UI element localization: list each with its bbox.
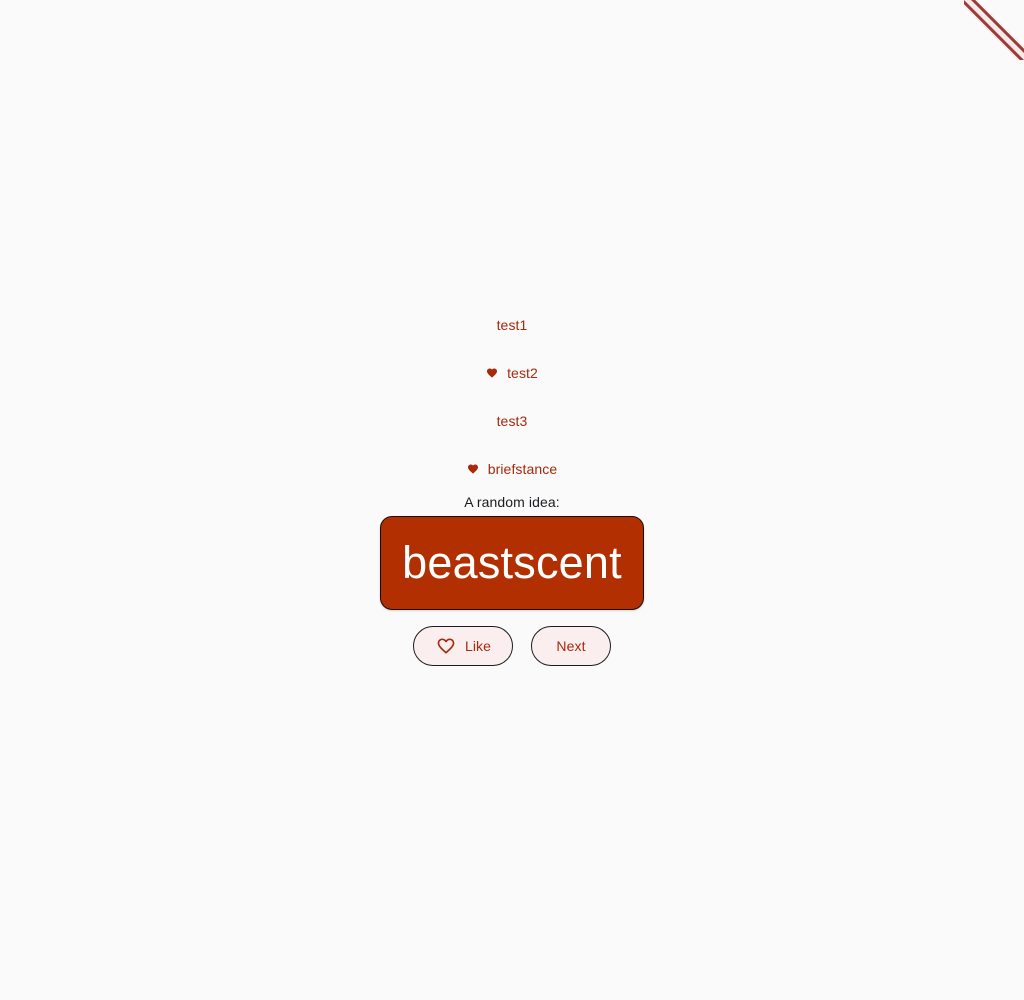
history-item-label: test2 bbox=[507, 365, 538, 381]
debug-banner bbox=[964, 0, 1024, 60]
history-item[interactable]: test2 bbox=[0, 349, 1024, 397]
like-button[interactable]: Like bbox=[413, 626, 513, 666]
history-item-label: test3 bbox=[496, 413, 528, 429]
next-button[interactable]: Next bbox=[531, 626, 611, 666]
word-pair-text: beastscent bbox=[402, 537, 622, 588]
heart-outline-icon bbox=[435, 636, 457, 656]
word-pair-card: beastscent bbox=[380, 516, 644, 610]
heart-filled-icon bbox=[467, 463, 479, 475]
action-row: Like Next bbox=[0, 626, 1024, 666]
history-item[interactable]: briefstance bbox=[0, 445, 1024, 493]
next-button-label: Next bbox=[556, 638, 586, 654]
like-button-label: Like bbox=[464, 638, 492, 654]
history-item[interactable]: test3 bbox=[0, 397, 1024, 445]
history-item[interactable]: test1 bbox=[0, 301, 1024, 349]
history-item-label: test1 bbox=[496, 317, 528, 333]
history-list: test1 test2 test3 briefstance bbox=[0, 301, 1024, 493]
heart-filled-icon bbox=[486, 367, 498, 379]
random-idea-caption: A random idea: bbox=[464, 494, 560, 510]
history-item-label: briefstance bbox=[487, 461, 558, 477]
